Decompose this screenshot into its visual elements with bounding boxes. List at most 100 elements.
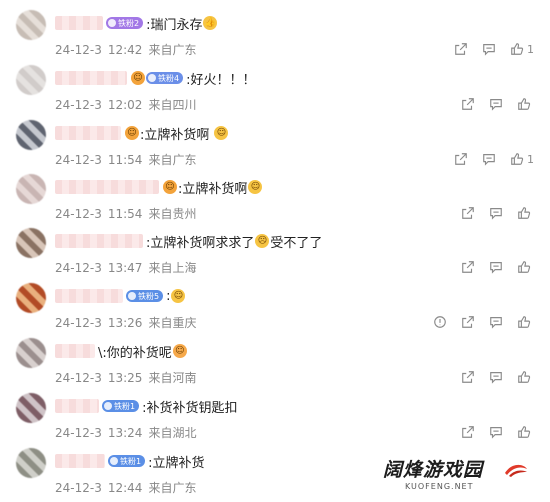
username-blurred[interactable] bbox=[55, 399, 99, 413]
username-blurred[interactable] bbox=[55, 234, 143, 248]
comment-line: \:你的补货呢 ☺ bbox=[55, 342, 188, 361]
comment-meta: 24-12-3 12:02 来自四川 bbox=[55, 98, 197, 112]
share-icon[interactable] bbox=[460, 259, 476, 275]
fan-badge: 铁粉2 bbox=[106, 17, 144, 29]
fan-badge: 铁粉1 bbox=[108, 455, 146, 467]
thumbs-up-emoji-icon: 👍 bbox=[203, 16, 218, 30]
comment-line: 铁粉2 :瑞门永存 👍 bbox=[55, 14, 218, 33]
like-icon[interactable] bbox=[516, 205, 532, 221]
avatar[interactable] bbox=[16, 10, 46, 40]
crown-emoji-icon: ☺ bbox=[125, 126, 139, 140]
share-icon[interactable] bbox=[460, 314, 476, 330]
comment-meta: 24-12-3 13:24 来自湖北 bbox=[55, 426, 197, 440]
share-icon[interactable] bbox=[460, 96, 476, 112]
comment-item: ☺ :立牌补货啊 ☺ 24-12-3 11:54 来自贵州 bbox=[0, 174, 550, 228]
username-blurred[interactable] bbox=[55, 454, 105, 468]
username-blurred[interactable] bbox=[55, 71, 127, 85]
fan-badge: 铁粉5 bbox=[126, 290, 164, 302]
comment-item: ☺ 铁粉4 :好火！！！ 24-12-3 12:02 来自四川 bbox=[0, 65, 550, 119]
avatar[interactable] bbox=[16, 393, 46, 423]
like-count: 1 bbox=[527, 152, 534, 166]
reply-icon[interactable] bbox=[488, 369, 504, 385]
reply-icon[interactable] bbox=[488, 314, 504, 330]
comment-line: ☺ :立牌补货啊 ☺ bbox=[55, 178, 263, 197]
surprised-emoji-icon: ☺ bbox=[172, 344, 187, 358]
comment-text: : bbox=[166, 288, 171, 304]
avatar[interactable] bbox=[16, 65, 46, 95]
like-icon[interactable] bbox=[516, 424, 532, 440]
avatar[interactable] bbox=[16, 338, 46, 368]
share-icon[interactable] bbox=[460, 205, 476, 221]
comment-text: :立牌补货啊 bbox=[178, 181, 248, 197]
like-icon[interactable] bbox=[509, 41, 525, 57]
site-watermark: 阔烽游戏园 KUOFENG.NET bbox=[383, 455, 533, 491]
comment-actions bbox=[448, 205, 534, 221]
reply-icon[interactable] bbox=[481, 41, 497, 57]
username-blurred[interactable] bbox=[55, 126, 121, 140]
fan-badge: 铁粉1 bbox=[102, 400, 140, 412]
watermark-subtitle: KUOFENG.NET bbox=[405, 482, 474, 491]
reply-icon[interactable] bbox=[481, 151, 497, 167]
like-icon[interactable] bbox=[516, 96, 532, 112]
avatar[interactable] bbox=[16, 448, 46, 478]
comment-item: 铁粉1 :补货补货钥匙扣 24-12-3 13:24 来自湖北 bbox=[0, 393, 550, 447]
avatar[interactable] bbox=[16, 174, 46, 204]
comment-line: :立牌补货啊求求了 ☹ 受不了了 bbox=[55, 232, 323, 251]
share-icon[interactable] bbox=[460, 424, 476, 440]
comment-actions bbox=[448, 259, 534, 275]
comment-text-after: 受不了了 bbox=[270, 235, 323, 251]
comment-text: :立牌补货 bbox=[148, 455, 205, 471]
comment-actions: 1 bbox=[441, 41, 534, 57]
comment-line: 铁粉1 :补货补货钥匙扣 bbox=[55, 397, 238, 416]
like-icon[interactable] bbox=[516, 259, 532, 275]
comment-text: :好火！！！ bbox=[186, 72, 256, 88]
comment-meta: 24-12-3 13:26 来自重庆 bbox=[55, 316, 197, 330]
avatar[interactable] bbox=[16, 228, 46, 258]
comment-line: ☺ 铁粉4 :好火！！！ bbox=[55, 69, 256, 88]
comment-text: :立牌补货啊 bbox=[140, 127, 210, 143]
like-icon[interactable] bbox=[509, 151, 525, 167]
comment-meta: 24-12-3 12:42 来自广东 bbox=[55, 43, 197, 57]
comment-text: :立牌补货啊求求了 bbox=[146, 235, 255, 251]
comment-actions: 1 bbox=[441, 151, 534, 167]
comment-meta: 24-12-3 11:54 来自广东 bbox=[55, 153, 197, 167]
comment-item: 铁粉5 : ☺ 24-12-3 13:26 来自重庆 bbox=[0, 283, 550, 337]
smile-emoji-icon: ☺ bbox=[171, 289, 186, 303]
username-blurred[interactable] bbox=[55, 16, 103, 30]
reply-icon[interactable] bbox=[488, 96, 504, 112]
comment-item: \:你的补货呢 ☺ 24-12-3 13:25 来自河南 bbox=[0, 338, 550, 392]
report-icon[interactable] bbox=[432, 314, 448, 330]
like-icon[interactable] bbox=[516, 369, 532, 385]
comment-meta: 24-12-3 13:25 来自河南 bbox=[55, 371, 197, 385]
reply-icon[interactable] bbox=[488, 205, 504, 221]
comment-text: :补货补货钥匙扣 bbox=[142, 400, 238, 416]
comment-meta: 24-12-3 13:47 来自上海 bbox=[55, 261, 197, 275]
avatar[interactable] bbox=[16, 120, 46, 150]
avatar[interactable] bbox=[16, 283, 46, 313]
reply-icon[interactable] bbox=[488, 424, 504, 440]
watermark-swoosh-icon bbox=[505, 464, 527, 477]
comment-line: 铁粉5 : ☺ bbox=[55, 287, 186, 305]
comment-line: 铁粉1 :立牌补货 bbox=[55, 452, 205, 471]
comment-text: :瑞门永存 bbox=[146, 17, 203, 33]
share-icon[interactable] bbox=[453, 41, 469, 57]
fan-badge: 铁粉4 bbox=[146, 72, 184, 84]
reply-icon[interactable] bbox=[488, 259, 504, 275]
share-icon[interactable] bbox=[453, 151, 469, 167]
crown-emoji-icon: ☺ bbox=[131, 71, 145, 85]
like-icon[interactable] bbox=[516, 314, 532, 330]
crown-emoji-icon: ☺ bbox=[163, 180, 177, 194]
crying-emoji-icon: ☹ bbox=[255, 234, 270, 248]
comment-item: 铁粉2 :瑞门永存 👍 24-12-3 12:42 来自广东 1 bbox=[0, 10, 550, 64]
comment-actions bbox=[420, 314, 534, 330]
comment-actions bbox=[448, 424, 534, 440]
username-blurred[interactable] bbox=[55, 344, 95, 358]
username-blurred[interactable] bbox=[55, 180, 159, 194]
comment-item: :立牌补货啊求求了 ☹ 受不了了 24-12-3 13:47 来自上海 bbox=[0, 228, 550, 282]
comment-text: \:你的补货呢 bbox=[98, 345, 172, 361]
comment-actions bbox=[448, 96, 534, 112]
like-count: 1 bbox=[527, 42, 534, 56]
comment-line: ☺ :立牌补货啊 ☺ bbox=[55, 124, 229, 143]
username-blurred[interactable] bbox=[55, 289, 123, 303]
share-icon[interactable] bbox=[460, 369, 476, 385]
